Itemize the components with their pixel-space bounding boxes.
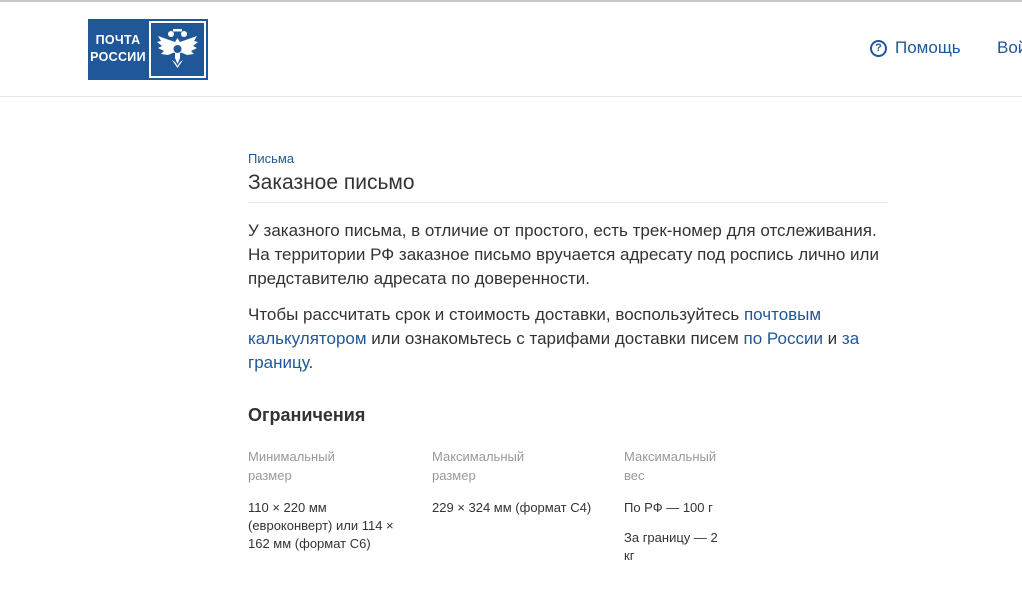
min-size-value: 110 × 220 мм (евроконверт) или 114 × 162… [248,500,394,551]
calc-text-1: Чтобы рассчитать срок и стоимость достав… [248,305,744,324]
help-label: Помощь [895,38,961,57]
logo-wordmark: ПОЧТА РОССИИ [88,19,148,80]
breadcrumb-letters[interactable]: Письма [248,150,294,168]
max-weight-abroad-value: За границу — 2 кг [624,530,718,563]
min-size-label-line-2: размер [248,468,292,483]
logo-line-2: РОССИИ [90,50,146,64]
max-size-value: 229 × 324 мм (формат С4) [432,500,592,515]
main-content: Письма Заказное письмо У заказного письм… [248,150,888,587]
max-size-label-line-2: размер [432,468,476,483]
pochta-rossii-logo[interactable]: ПОЧТА РОССИИ [88,19,208,80]
site-header: ПОЧТА РОССИИ ? Помощь Войти [0,2,1022,97]
max-weight-label-line-1: Максимальный [624,449,717,464]
max-weight-label-line-2: вес [624,468,645,483]
limits-table: Минимальный размер 110 × 220 мм (еврокон… [248,447,888,587]
logo-line-1: ПОЧТА [95,33,141,47]
calc-text-4: . [308,353,314,372]
max-weight-column: Максимальный вес По РФ — 100 г За границ… [624,447,724,565]
max-size-label-line-1: Максимальный [432,449,525,464]
calculator-paragraph: Чтобы рассчитать срок и стоимость достав… [248,303,888,375]
max-weight-rf-value: По РФ — 100 г [624,500,713,515]
max-size-column: Максимальный размер 229 × 324 мм (формат… [432,447,592,517]
limits-title: Ограничения [248,405,366,425]
login-link[interactable]: Войти [997,38,1022,58]
min-size-label-line-1: Минимальный [248,449,335,464]
tariffs-russia-link[interactable]: по России [744,329,823,348]
max-weight-label: Максимальный вес [624,447,724,485]
question-circle-icon: ? [870,39,887,57]
min-size-column: Минимальный размер 110 × 220 мм (еврокон… [248,447,408,553]
max-size-label: Максимальный размер [432,447,592,485]
help-link[interactable]: ? Помощь [870,38,961,58]
page-title: Заказное письмо [248,169,888,203]
min-size-label: Минимальный размер [248,447,408,485]
intro-paragraph: У заказного письма, в отличие от простог… [248,221,879,288]
double-eagle-emblem-icon [149,21,206,78]
calc-text-2: или ознакомьтесь с тарифами доставки пис… [366,329,744,348]
calc-text-3: и [822,329,842,348]
